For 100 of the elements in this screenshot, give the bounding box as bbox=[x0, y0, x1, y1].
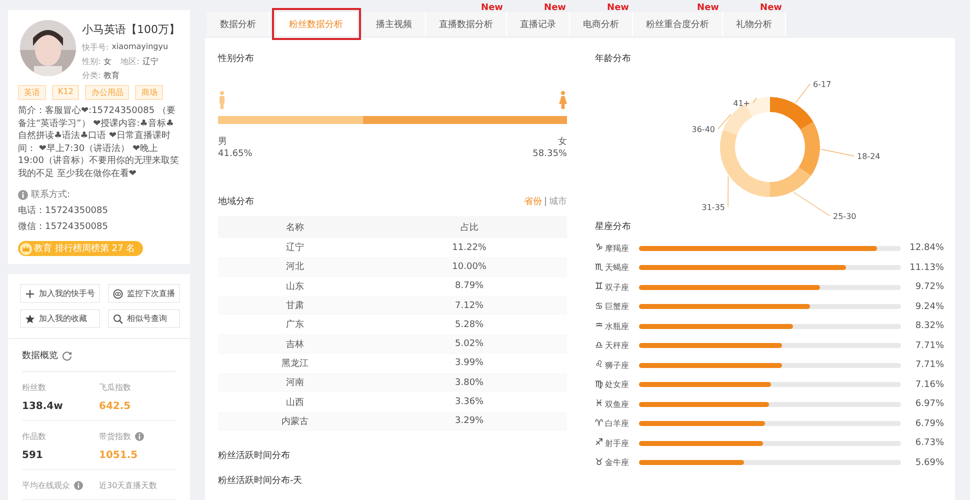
field-value: 教育 bbox=[104, 70, 120, 81]
column-header: 名称 bbox=[218, 216, 372, 238]
tab[interactable]: 播主视频 bbox=[363, 12, 426, 36]
new-label: New bbox=[760, 3, 782, 13]
tab[interactable]: 礼物分析 bbox=[723, 12, 786, 36]
age-label: 18-24 bbox=[857, 152, 880, 161]
table-cell: 广东 bbox=[218, 315, 372, 334]
gender-percent: 41.65% bbox=[218, 148, 252, 160]
percent-value: 9.24% bbox=[914, 300, 944, 314]
zodiac-symbol: ♓ bbox=[595, 399, 604, 409]
zodiac-name: 天秤座 bbox=[605, 340, 629, 351]
column-header: 占比 bbox=[372, 216, 567, 238]
table-cell: 内蒙古 bbox=[218, 412, 372, 431]
age-label: 41+ bbox=[733, 99, 750, 108]
new-label: New bbox=[481, 3, 503, 13]
table-cell: 3.80% bbox=[372, 373, 567, 392]
stat-value: 642.5 bbox=[99, 401, 132, 412]
zodiac-symbol: ♒ bbox=[595, 321, 604, 331]
leader-line bbox=[718, 114, 732, 130]
zodiac-name: 摩羯座 bbox=[605, 242, 629, 254]
field-value: 辽宁 bbox=[142, 56, 158, 67]
leader-line bbox=[795, 84, 810, 104]
table-cell: 黑龙江 bbox=[218, 354, 372, 374]
percent-value: 12.84% bbox=[908, 242, 944, 255]
phone-number: 电话：15724350085 bbox=[18, 204, 109, 217]
stat-value: 1051.5 bbox=[99, 450, 139, 461]
section-title: 星座分布 bbox=[595, 220, 632, 233]
age-label: 36-40 bbox=[692, 125, 715, 134]
tab[interactable]: 粉丝重合度分析 bbox=[633, 12, 723, 36]
stat-label: 粉丝数 bbox=[22, 382, 46, 393]
table-cell: 河南 bbox=[218, 373, 372, 392]
action-button[interactable]: 相似号查询 bbox=[108, 309, 180, 328]
table-cell: 5.02% bbox=[372, 334, 567, 354]
contact-heading: 联系方式: bbox=[31, 188, 70, 201]
tab[interactable]: 直播记录 bbox=[507, 12, 570, 36]
category-tag: 英语 bbox=[18, 85, 46, 100]
zodiac-name: 处女座 bbox=[605, 379, 629, 390]
zodiac-symbol: ♑ bbox=[595, 243, 604, 253]
tab[interactable]: 直播数据分析 bbox=[426, 12, 507, 36]
account-name: 小马英语【100万】 bbox=[82, 22, 180, 37]
zodiac-symbol: ♎ bbox=[595, 340, 604, 350]
ranking-badge: 教育 排行榜周榜第 27 名 bbox=[18, 241, 144, 256]
table-cell: 10.00% bbox=[372, 257, 567, 277]
tab[interactable]: 电商分析 bbox=[570, 12, 633, 36]
table-cell-text: 3.36% bbox=[454, 396, 485, 410]
zodiac-symbol: ♈ bbox=[595, 418, 604, 428]
zodiac-symbol: ♐ bbox=[595, 438, 604, 448]
table-cell: 7.12% bbox=[372, 296, 567, 316]
field-label: 快手号: bbox=[82, 42, 109, 53]
section-title: 性别分布 bbox=[218, 52, 255, 65]
chart-subtitle: 粉丝活跃时间分布-天 bbox=[218, 474, 304, 487]
section-title: 年龄分布 bbox=[595, 52, 632, 65]
search-icon bbox=[113, 314, 123, 324]
table-cell: 5.28% bbox=[372, 315, 567, 334]
stat-value: 138.4w bbox=[22, 401, 64, 412]
table-cell: 11.22% bbox=[372, 238, 567, 258]
action-button[interactable]: 加入我的快手号 bbox=[20, 284, 100, 303]
field-label: 分类: bbox=[82, 70, 101, 81]
wechat-id: 微信：15724350085 bbox=[18, 220, 109, 233]
gender-label: 男 bbox=[218, 136, 228, 148]
stat-value: 591 bbox=[22, 450, 44, 461]
field-value: 女 bbox=[104, 56, 112, 67]
category-tag: 商场 bbox=[135, 85, 164, 100]
zodiac-name: 白羊座 bbox=[605, 418, 629, 429]
category-tag: K12 bbox=[52, 85, 80, 100]
action-button[interactable]: 监控下次直播 bbox=[108, 284, 180, 303]
new-label: New bbox=[697, 3, 719, 13]
tab[interactable]: 数据分析 bbox=[207, 12, 270, 36]
zodiac-symbol: ♍ bbox=[595, 380, 604, 390]
stat-label: 平均在线观众 bbox=[22, 480, 70, 491]
gender-label: 女 bbox=[557, 136, 567, 148]
profile-bio: 简介：客服冒心❤:15724350085 （要备注“英语学习”） ❤授课内容:♣音标♣自然拼读♣语法♣口语 ❤日常直播课时间： ❤早上7:30（讲语法） ❤晚上19:00（讲音标）不要用你的无理来取笑我的不足 至少我在做你在看❤ bbox=[18, 105, 180, 180]
female-figure-icon bbox=[559, 91, 567, 109]
age-label: 6-17 bbox=[813, 80, 832, 89]
section-title: 数据概览 bbox=[22, 350, 58, 362]
zodiac-name: 双子座 bbox=[605, 282, 629, 292]
percent-value: 8.32% bbox=[914, 320, 944, 333]
percent-value: 6.73% bbox=[914, 437, 944, 450]
stat-label: 飞瓜指数 bbox=[99, 382, 131, 393]
leader-line bbox=[820, 148, 854, 156]
table-cell: 3.99% bbox=[372, 354, 567, 374]
leader-line bbox=[752, 97, 758, 104]
zodiac-name: 金牛座 bbox=[605, 457, 629, 468]
percent-value: 11.13% bbox=[908, 262, 944, 274]
percent-value: 6.79% bbox=[914, 418, 944, 430]
table-cell: 甘肃 bbox=[218, 296, 372, 316]
info-icon bbox=[18, 190, 28, 200]
table-cell: 河北 bbox=[218, 257, 372, 277]
action-button[interactable]: 加入我的收藏 bbox=[20, 309, 100, 328]
stat-label: 作品数 bbox=[22, 431, 46, 442]
table-cell: 8.79% bbox=[372, 276, 567, 296]
zodiac-name: 巨蟹座 bbox=[605, 301, 629, 312]
percent-value: 5.69% bbox=[914, 456, 944, 470]
table-cell-text: 山西 bbox=[284, 396, 305, 410]
table-cell: 山东 bbox=[218, 276, 372, 296]
table-cell: 吉林 bbox=[218, 334, 372, 354]
stat-label: 近30天直播天数 bbox=[99, 480, 158, 491]
zodiac-name: 天蝎座 bbox=[605, 262, 629, 273]
leader-line bbox=[793, 192, 830, 216]
male-figure-icon bbox=[218, 91, 226, 109]
